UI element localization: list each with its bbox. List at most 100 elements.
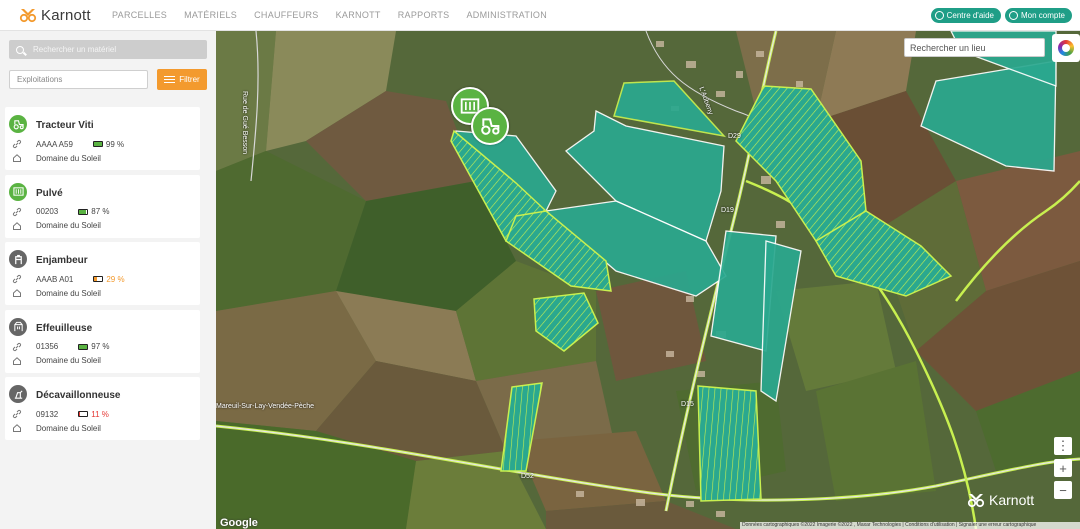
color-wheel-icon xyxy=(1058,40,1074,56)
equipment-name: Tracteur Viti xyxy=(36,120,94,131)
watermark-text: Karnott xyxy=(989,492,1035,508)
equipment-location: Domaine du Soleil xyxy=(36,288,101,298)
equipment-location: Domaine du Soleil xyxy=(36,153,101,163)
battery-fill xyxy=(79,209,87,214)
battery-fill xyxy=(94,277,97,281)
equipment-card[interactable]: Enjambeur AAAB A01 29 % Domaine du Solei… xyxy=(5,242,200,305)
karnott-logo[interactable]: Karnott xyxy=(19,7,101,24)
road-label: D15 xyxy=(681,401,694,408)
battery-percent: 11 % xyxy=(91,409,109,419)
road-label: Rue de Gué Besson xyxy=(241,91,248,155)
tractor-map-marker[interactable] xyxy=(471,107,509,145)
zoom-in-button[interactable]: + xyxy=(1054,459,1072,477)
equipment-id: 01356 xyxy=(36,342,59,351)
equipment-card[interactable]: Effeuilleuse 01356 97 % Domaine du Solei… xyxy=(5,309,200,373)
equipment-search-box[interactable] xyxy=(9,40,207,59)
top-navigation-bar: Karnott PARCELLES MATÉRIELS CHAUFFEURS K… xyxy=(0,0,1080,31)
home-icon xyxy=(12,288,22,298)
battery-icon xyxy=(78,208,89,215)
battery-percent: 87 % xyxy=(91,207,110,216)
link-icon xyxy=(12,274,22,284)
road-label: D19 xyxy=(721,207,734,214)
equipment-location: Domaine du Soleil xyxy=(36,221,101,230)
filter-button[interactable]: Filtrer xyxy=(157,69,207,90)
battery-indicator: 87 % xyxy=(78,207,109,216)
nav-materiels[interactable]: MATÉRIELS xyxy=(184,10,237,20)
equipment-list: Tracteur Viti AAAA A59 99 % Domaine du S… xyxy=(5,107,200,445)
karnott-logo-icon xyxy=(966,492,986,508)
home-icon xyxy=(12,356,22,366)
help-icon xyxy=(934,11,944,20)
link-icon xyxy=(12,207,22,217)
home-icon xyxy=(12,153,22,163)
equipment-location: Domaine du Soleil xyxy=(36,423,101,433)
tractor-icon xyxy=(9,115,27,133)
equipment-name: Enjambeur xyxy=(36,255,88,266)
battery-percent: 29 % xyxy=(106,274,125,284)
battery-icon xyxy=(93,276,104,282)
equipment-id: AAAA A59 xyxy=(36,139,73,149)
road-label: D29 xyxy=(728,133,741,140)
straddle-tractor-icon xyxy=(9,250,27,268)
equipment-name: Effeuilleuse xyxy=(36,322,93,334)
battery-indicator: 11 % xyxy=(78,410,109,419)
equipment-card[interactable]: Pulvé 00203 87 % Domaine du Soleil xyxy=(5,174,200,238)
battery-icon xyxy=(78,343,89,350)
equipment-name: Décavaillonneuse xyxy=(36,390,121,401)
user-icon xyxy=(1008,11,1018,20)
nav-chauffeurs[interactable]: CHAUFFEURS xyxy=(254,10,319,20)
exploitations-input[interactable] xyxy=(9,70,148,89)
battery-fill xyxy=(79,412,81,416)
battery-fill xyxy=(79,344,87,349)
sprayer-icon xyxy=(9,182,27,201)
main-nav: PARCELLES MATÉRIELS CHAUFFEURS KARNOTT R… xyxy=(112,10,564,20)
more-options-button[interactable]: ⋮ xyxy=(1054,437,1072,455)
map-imagery xyxy=(216,31,1080,529)
zoom-out-button[interactable]: − xyxy=(1054,481,1072,499)
help-center-label: Centre d'aide xyxy=(946,11,994,20)
battery-indicator: 29 % xyxy=(93,274,125,284)
equipment-card[interactable]: Tracteur Viti AAAA A59 99 % Domaine du S… xyxy=(5,107,200,170)
equipment-search-input[interactable] xyxy=(33,45,193,54)
plough-icon xyxy=(9,385,27,403)
help-center-button[interactable]: Centre d'aide xyxy=(930,8,1001,23)
leaf-stripper-icon xyxy=(9,317,27,336)
karnott-watermark: Karnott xyxy=(966,492,1034,508)
battery-percent: 99 % xyxy=(105,139,125,149)
battery-icon xyxy=(92,141,103,147)
place-search-input[interactable] xyxy=(904,38,1045,57)
equipment-card[interactable]: Décavaillonneuse 09132 11 % Domaine du S… xyxy=(5,377,200,440)
battery-indicator: 97 % xyxy=(78,342,109,351)
nav-administration[interactable]: ADMINISTRATION xyxy=(466,10,547,20)
color-palette-button[interactable] xyxy=(1052,34,1080,62)
account-button[interactable]: Mon compte xyxy=(1004,8,1072,23)
equipment-id: AAAB A01 xyxy=(36,274,74,284)
equipment-id: 00203 xyxy=(36,207,59,216)
google-logo[interactable]: Google xyxy=(220,517,258,529)
nav-karnott[interactable]: KARNOTT xyxy=(336,10,381,20)
nav-rapports[interactable]: RAPPORTS xyxy=(398,10,450,20)
satellite-map[interactable]: Rue de Gué Besson L'Aubeny D29 D19 D15 D… xyxy=(216,31,1080,529)
home-icon xyxy=(12,423,22,433)
link-icon xyxy=(12,342,22,352)
karnott-logo-icon xyxy=(19,7,37,23)
equipment-location: Domaine du Soleil xyxy=(36,356,101,365)
nav-parcelles[interactable]: PARCELLES xyxy=(112,10,167,20)
equipment-name: Pulvé xyxy=(36,187,63,199)
road-label: D52 xyxy=(521,473,534,480)
battery-fill xyxy=(93,142,102,146)
equipment-sidebar: « Filtrer Tracteur Viti AAAA A59 99 % Do… xyxy=(0,31,225,529)
tractor-icon xyxy=(481,118,500,135)
search-icon xyxy=(16,45,24,54)
filter-label: Filtrer xyxy=(179,75,200,84)
battery-indicator: 99 % xyxy=(92,139,125,149)
app-name: Karnott xyxy=(41,6,91,24)
link-icon xyxy=(12,139,22,149)
map-attribution[interactable]: Données cartographiques ©2022 Imagerie ©… xyxy=(740,522,1080,529)
battery-icon xyxy=(78,411,89,417)
battery-percent: 97 % xyxy=(91,342,110,351)
account-label: Mon compte xyxy=(1020,11,1065,20)
equipment-id: 09132 xyxy=(36,409,59,419)
filter-sliders-icon xyxy=(164,75,176,84)
place-label: Mareuil-Sur-Lay-Vendée-Pèche xyxy=(216,403,315,410)
